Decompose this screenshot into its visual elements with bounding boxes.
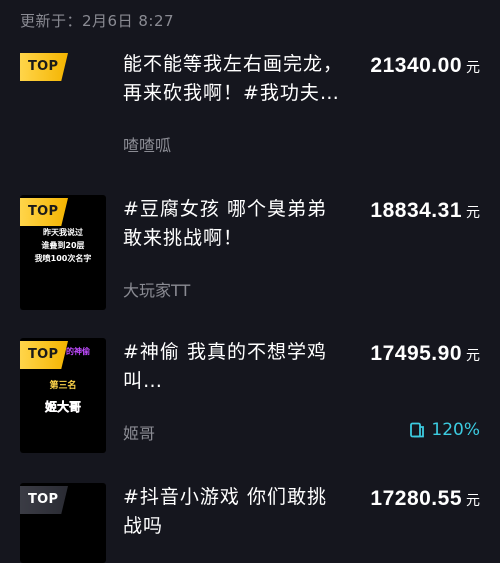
amount-value: 18834.31 bbox=[370, 199, 462, 222]
video-title[interactable]: #神偷 我真的不想学鸡叫… bbox=[123, 338, 343, 396]
amount-value: 17495.90 bbox=[370, 342, 462, 365]
rank-badge: TOP 2 bbox=[20, 198, 68, 226]
amount: 21340.00 元 bbox=[370, 54, 480, 78]
thumbnail-caption: 昨天我说过 bbox=[43, 228, 83, 237]
list-item[interactable]: 昨天我说过 谁叠到20层 我喷100次名字 TOP 2 #豆腐女孩 哪个臭弟弟敢… bbox=[0, 195, 500, 310]
author-name[interactable]: 姬哥 bbox=[123, 420, 155, 444]
thumbnail-caption: 谁叠到20层 bbox=[41, 241, 85, 250]
rank-badge: TOP 1 bbox=[20, 53, 68, 81]
amount: 17495.90 元 bbox=[370, 342, 480, 366]
thumbnail-caption: 第三名 bbox=[49, 381, 77, 391]
video-title[interactable]: #抖音小游戏 你们敢挑战吗 bbox=[123, 483, 343, 541]
amount-value: 17280.55 bbox=[370, 487, 462, 510]
amount-value: 21340.00 bbox=[370, 54, 462, 77]
amount-unit: 元 bbox=[466, 493, 480, 509]
author-name[interactable]: 喳喳呱 bbox=[123, 132, 171, 156]
list-item[interactable]: 的神偷 第三名 姬大哥 TOP 3 #神偷 我真的不想学鸡叫… 姬哥 17495… bbox=[0, 338, 500, 453]
list-item[interactable]: TOP 4 #抖音小游戏 你们敢挑战吗 17280.55元 bbox=[0, 483, 500, 563]
list-item[interactable]: TOP 1 能不能等我左右画完龙，再来砍我啊！#我功夫… 喳喳呱 21340.0… bbox=[0, 50, 500, 160]
amount-unit: 元 bbox=[466, 348, 480, 364]
rank-badge: TOP 4 bbox=[20, 486, 68, 514]
video-title[interactable]: 能不能等我左右画完龙，再来砍我啊！#我功夫… bbox=[123, 50, 343, 108]
growth-indicator: 120% bbox=[409, 420, 480, 440]
update-time: 更新于：2月6日 8:27 bbox=[20, 12, 175, 30]
thumbnail-caption: 姬大哥 bbox=[44, 400, 82, 415]
amount-unit: 元 bbox=[466, 60, 480, 76]
amount: 17280.55 元 bbox=[370, 487, 480, 511]
amount-unit: 元 bbox=[466, 205, 480, 221]
rank-badge: TOP 3 bbox=[20, 341, 68, 369]
thumbnail-caption: 我喷100次名字 bbox=[34, 254, 92, 263]
author-name[interactable]: 大玩家TT bbox=[123, 277, 190, 301]
amount: 18834.31 元 bbox=[370, 199, 480, 223]
growth-percent: 120% bbox=[431, 420, 480, 440]
video-title[interactable]: #豆腐女孩 哪个臭弟弟敢来挑战啊！ bbox=[123, 195, 343, 253]
growth-icon bbox=[409, 422, 425, 438]
